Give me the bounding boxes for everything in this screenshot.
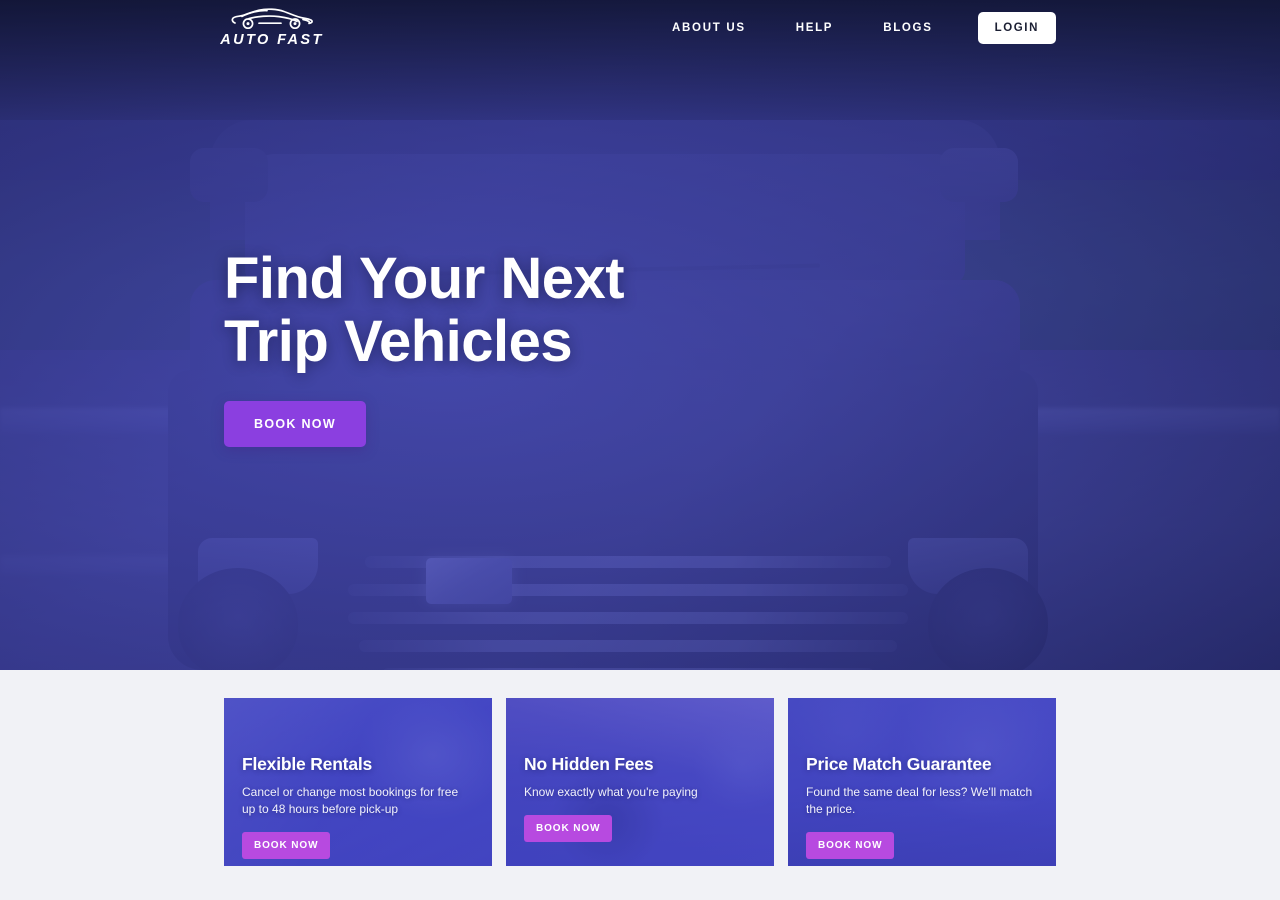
site-logo[interactable]: AUTO FAST: [220, 6, 321, 48]
card-title: Flexible Rentals: [242, 754, 373, 774]
card-body: Price Match Guarantee Found the same dea…: [788, 698, 1056, 860]
card-description: Know exactly what you're paying: [524, 785, 698, 799]
card-book-now-button[interactable]: BOOK NOW: [242, 832, 331, 860]
hero-title-line-2: Trip Vehicles: [224, 308, 573, 374]
card-body: Flexible Rentals Cancel or change most b…: [224, 698, 492, 860]
hero-section: TEXAS JGP·6823 THE LONE STAR STATE: [0, 0, 1280, 670]
feature-cards: Flexible Rentals Cancel or change most b…: [224, 698, 1056, 866]
feature-card-no-hidden-fees[interactable]: No Hidden Fees Know exactly what you're …: [506, 698, 774, 866]
card-title: No Hidden Fees: [524, 754, 654, 774]
card-description: Cancel or change most bookings for free …: [242, 785, 459, 817]
hero-content: Find Your Next Trip Vehicles BOOK NOW: [224, 246, 625, 448]
card-title: Price Match Guarantee: [806, 754, 992, 774]
hero-title: Find Your Next Trip Vehicles: [224, 246, 625, 374]
logo-text: AUTO FAST: [220, 32, 324, 48]
site-header: AUTO FAST ABOUT US HELP BLOGS LOGIN: [0, 0, 1280, 56]
main-navigation: ABOUT US HELP BLOGS LOGIN: [647, 0, 1056, 56]
nav-item-blogs[interactable]: BLOGS: [858, 22, 957, 34]
sports-car-icon: [231, 8, 313, 30]
card-body: No Hidden Fees Know exactly what you're …: [506, 698, 774, 843]
feature-card-flexible-rentals[interactable]: Flexible Rentals Cancel or change most b…: [224, 698, 492, 866]
card-book-now-button[interactable]: BOOK NOW: [524, 815, 613, 843]
card-book-now-button[interactable]: BOOK NOW: [806, 832, 895, 860]
hero-book-now-button[interactable]: BOOK NOW: [224, 401, 366, 448]
login-button[interactable]: LOGIN: [977, 12, 1056, 44]
hero-title-line-1: Find Your Next: [224, 246, 625, 311]
nav-item-about-us[interactable]: ABOUT US: [647, 22, 771, 34]
card-description: Found the same deal for less? We'll matc…: [806, 785, 1033, 817]
nav-item-help[interactable]: HELP: [771, 22, 858, 34]
feature-card-price-match-guarantee[interactable]: Price Match Guarantee Found the same dea…: [788, 698, 1056, 866]
